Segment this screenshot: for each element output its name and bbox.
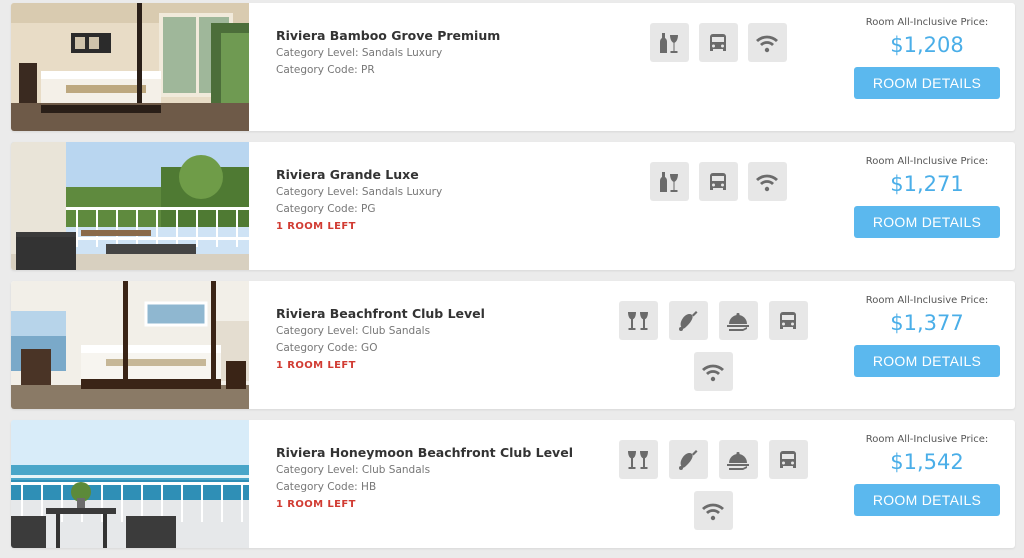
car-icon	[698, 162, 738, 201]
category-level: Category Level: Sandals Luxury	[276, 47, 443, 59]
room-service-icon	[718, 440, 758, 479]
rooms-left-badge: 1 ROOM LEFT	[276, 221, 356, 232]
price-label: Room All-Inclusive Price:	[865, 434, 989, 445]
room-photo-club-bedroom	[11, 281, 249, 409]
amenities	[640, 162, 796, 201]
price-section: Room All-Inclusive Price: $1,271 ROOM DE…	[854, 155, 1000, 238]
room-photo[interactable]	[11, 420, 249, 548]
room-info: Riviera Grande Luxe Category Level: Sand…	[276, 166, 606, 235]
wifi-icon	[693, 352, 733, 391]
wine-glasses-icon	[618, 440, 658, 479]
room-price: $1,542	[890, 450, 964, 474]
room-info: Riviera Bamboo Grove Premium Category Le…	[276, 27, 606, 79]
room-list: Riviera Bamboo Grove Premium Category Le…	[0, 0, 1024, 558]
room-card: Riviera Beachfront Club Level Category L…	[11, 281, 1015, 409]
car-icon	[768, 301, 808, 340]
category-code: Category Code: HB	[276, 481, 377, 493]
room-name[interactable]: Riviera Grande Luxe	[276, 166, 606, 184]
price-section: Room All-Inclusive Price: $1,542 ROOM DE…	[854, 433, 1000, 516]
amenities	[609, 440, 817, 530]
room-card: Riviera Honeymoon Beachfront Club Level …	[11, 420, 1015, 548]
room-name[interactable]: Riviera Bamboo Grove Premium	[276, 27, 606, 45]
room-card: Riviera Bamboo Grove Premium Category Le…	[11, 3, 1015, 131]
room-info: Riviera Beachfront Club Level Category L…	[276, 305, 606, 374]
price-label: Room All-Inclusive Price:	[865, 17, 989, 28]
amenities	[609, 301, 817, 391]
category-level: Category Level: Club Sandals	[276, 464, 431, 476]
category-level: Category Level: Sandals Luxury	[276, 186, 443, 198]
room-photo-ocean-balcony	[11, 420, 249, 548]
bell-icon	[668, 440, 708, 479]
room-details-button[interactable]: ROOM DETAILS	[854, 67, 1000, 99]
rooms-left-badge: 1 ROOM LEFT	[276, 499, 356, 510]
car-icon	[698, 23, 738, 62]
price-section: Room All-Inclusive Price: $1,208 ROOM DE…	[854, 16, 1000, 99]
room-service-icon	[718, 301, 758, 340]
room-card: Riviera Grande Luxe Category Level: Sand…	[11, 142, 1015, 270]
room-price: $1,377	[890, 311, 964, 335]
room-details-button[interactable]: ROOM DETAILS	[854, 206, 1000, 238]
room-photo-bedroom	[11, 3, 249, 131]
wine-bottle-icon	[649, 162, 689, 201]
car-icon	[768, 440, 808, 479]
category-level: Category Level: Club Sandals	[276, 325, 431, 337]
room-price: $1,208	[890, 33, 964, 57]
room-info: Riviera Honeymoon Beachfront Club Level …	[276, 444, 606, 513]
bell-icon	[668, 301, 708, 340]
category-code: Category Code: PR	[276, 64, 375, 76]
amenities	[640, 23, 796, 62]
wine-glasses-icon	[618, 301, 658, 340]
category-code: Category Code: GO	[276, 342, 378, 354]
room-photo[interactable]	[11, 3, 249, 131]
room-photo-balcony	[11, 142, 249, 270]
rooms-left-badge: 1 ROOM LEFT	[276, 360, 356, 371]
wifi-icon	[747, 162, 787, 201]
price-label: Room All-Inclusive Price:	[865, 156, 989, 167]
price-label: Room All-Inclusive Price:	[865, 295, 989, 306]
wine-bottle-icon	[649, 23, 689, 62]
room-details-button[interactable]: ROOM DETAILS	[854, 345, 1000, 377]
price-section: Room All-Inclusive Price: $1,377 ROOM DE…	[854, 294, 1000, 377]
room-price: $1,271	[890, 172, 964, 196]
wifi-icon	[693, 491, 733, 530]
room-details-button[interactable]: ROOM DETAILS	[854, 484, 1000, 516]
room-name[interactable]: Riviera Honeymoon Beachfront Club Level	[276, 444, 606, 462]
wifi-icon	[747, 23, 787, 62]
category-code: Category Code: PG	[276, 203, 376, 215]
room-photo[interactable]	[11, 142, 249, 270]
room-name[interactable]: Riviera Beachfront Club Level	[276, 305, 606, 323]
room-photo[interactable]	[11, 281, 249, 409]
